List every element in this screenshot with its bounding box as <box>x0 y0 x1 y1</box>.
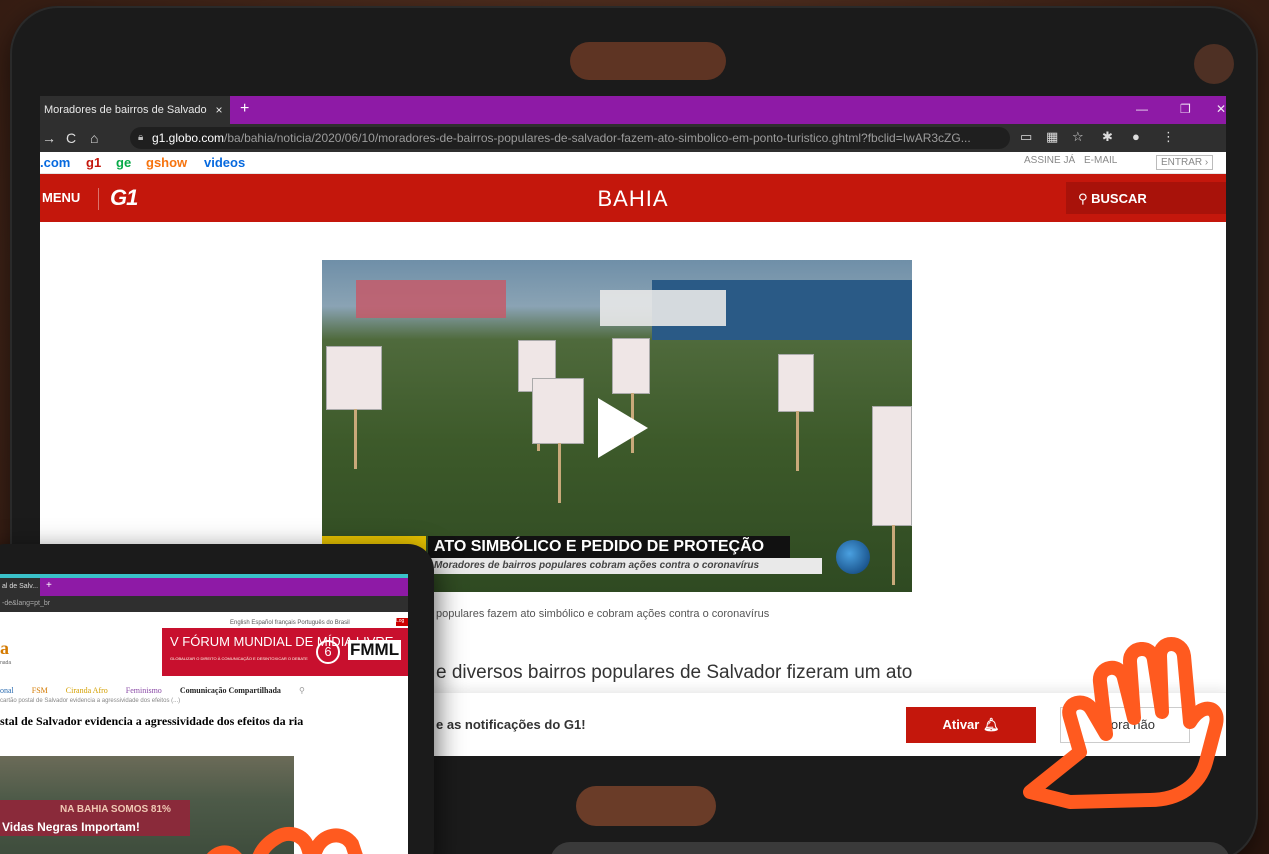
tab-bar: Moradores de bairros de Salvado × + — ❐ … <box>40 96 1226 124</box>
profile-icon[interactable]: ● <box>1132 129 1140 144</box>
extension-icon[interactable]: ✱ <box>1102 129 1113 145</box>
language-links[interactable]: English Español français Português do Br… <box>230 620 350 626</box>
fmml-ad-banner[interactable]: V FÓRUM MUNDIAL DE MÍDIA LIVRE GLOBALIZA… <box>162 628 408 676</box>
home-icon[interactable]: ⌂ <box>90 130 98 146</box>
browser-window-secondary: al de Salv... × + -de&lang=pt_br English… <box>0 574 408 854</box>
nav-item[interactable]: Comunicação Compartilhada <box>180 686 281 695</box>
notification-text: e as notificações do G1! <box>436 717 586 732</box>
email-link[interactable]: E-MAIL <box>1084 155 1117 166</box>
g1-header: MENU G1 BAHIA ⚲ BUSCAR <box>40 174 1226 222</box>
video-protest-banner <box>356 280 506 318</box>
login-badge[interactable]: Log <box>396 618 408 626</box>
site-logo[interactable]: a <box>0 638 9 659</box>
bookmark-star-icon[interactable]: ☆ <box>1072 129 1084 145</box>
url-path: /ba/bahia/noticia/2020/06/10/moradores-d… <box>224 131 971 145</box>
hand-pointer-icon <box>1023 637 1224 809</box>
tablet-home-pill <box>576 786 716 826</box>
ad-subtitle: GLOBALIZAR O DIREITO À COMUNICAÇÃO E DES… <box>170 656 308 661</box>
article-lead: e diversos bairros populares de Salvador… <box>436 662 913 683</box>
globo-link-videos[interactable]: videos <box>204 155 245 170</box>
play-icon[interactable] <box>598 398 648 458</box>
globo-link-com[interactable]: .com <box>40 155 70 170</box>
lock-icon: 🔒︎ <box>138 132 144 143</box>
menu-dots-icon[interactable]: ⋮ <box>1162 129 1175 145</box>
nav-item[interactable]: Ciranda Afro <box>66 686 108 695</box>
search-icon: ⚲ <box>1078 191 1092 206</box>
breadcrumb: cartão postal de Salvador evidencia a ag… <box>0 698 181 704</box>
search-button[interactable]: ⚲ BUSCAR <box>1066 182 1226 214</box>
video-caption-main: ATO SIMBÓLICO E PEDIDO DE PROTEÇÃO <box>428 536 790 558</box>
address-bar-row: → C ⌂ 🔒︎ g1.globo.com/ba/bahia/noticia/2… <box>40 124 1226 152</box>
tablet-camera <box>1194 44 1234 84</box>
video-player[interactable]: ATO SIMBÓLICO E PEDIDO DE PROTEÇÃO Morad… <box>322 260 912 592</box>
nav-item[interactable]: FSM <box>32 686 48 695</box>
search-label: BUSCAR <box>1091 191 1147 206</box>
globo-link-gshow[interactable]: gshow <box>146 155 187 170</box>
tablet-bottom-bar <box>550 842 1230 854</box>
browser-tab-secondary[interactable]: al de Salv... × <box>0 578 40 596</box>
tablet-speaker <box>570 42 726 80</box>
browser-tab[interactable]: Moradores de bairros de Salvado × <box>40 96 230 124</box>
url-field-secondary[interactable]: -de&lang=pt_br <box>0 596 408 612</box>
tv-globe-logo <box>836 540 870 574</box>
tab-close-button[interactable]: × <box>208 103 230 117</box>
subscribe-link[interactable]: ASSINE JÁ <box>1024 155 1075 166</box>
photo-caption: populares fazem ato simbólico e cobram a… <box>436 608 770 620</box>
nav-item[interactable]: onal <box>0 686 14 695</box>
site-nav: onal FSM Ciranda Afro Feminismo Comunica… <box>0 686 321 695</box>
login-button[interactable]: ENTRAR › <box>1156 155 1214 170</box>
video-sign <box>532 378 584 503</box>
ad-number: 6 <box>316 640 340 664</box>
tab-title: Moradores de bairros de Salvado <box>44 104 207 116</box>
nav-item[interactable]: Feminismo <box>126 686 162 695</box>
url-domain: g1.globo.com <box>152 131 225 145</box>
activate-label: Ativar <box>942 717 980 732</box>
video-caption-sub: Moradores de bairros populares cobram aç… <box>428 558 822 574</box>
url-field[interactable]: 🔒︎ g1.globo.com/ba/bahia/noticia/2020/06… <box>130 127 1010 149</box>
reload-icon[interactable]: C <box>66 130 76 146</box>
search-icon[interactable]: ⚲ <box>299 686 305 695</box>
article-headline: stal de Salvador evidencia a agressivida… <box>0 714 304 728</box>
video-sign <box>872 406 912 585</box>
video-sign <box>326 346 382 469</box>
video-white-banner <box>600 290 726 326</box>
close-window-icon[interactable]: ✕ <box>1216 102 1226 116</box>
globo-link-ge[interactable]: ge <box>116 155 131 170</box>
photo-protest-banner-text: Vidas Negras Importam! <box>2 820 140 834</box>
ad-brand: FMML <box>348 640 402 660</box>
video-sign <box>778 354 814 471</box>
minimize-icon[interactable]: — <box>1136 102 1148 116</box>
globo-link-g1[interactable]: g1 <box>86 155 101 170</box>
section-title: BAHIA <box>597 186 669 211</box>
globo-links-bar: .com g1 ge gshow videos ASSINE JÁ E-MAIL… <box>40 152 1226 174</box>
forward-icon[interactable]: → <box>42 130 56 146</box>
video-sign <box>612 338 650 453</box>
restore-icon[interactable]: ❐ <box>1180 102 1191 116</box>
hand-pointer-icon <box>207 826 363 854</box>
site-logo-sub: nada <box>0 660 12 666</box>
new-tab-button[interactable]: + <box>240 100 249 118</box>
cast-icon[interactable]: ▭ <box>1020 129 1032 145</box>
new-tab-button-secondary[interactable]: + <box>46 580 52 591</box>
bell-icon: 🔔︎ <box>982 717 1000 732</box>
tab-bar-secondary: al de Salv... × + <box>0 578 408 596</box>
qr-icon[interactable]: ▦ <box>1046 129 1058 145</box>
